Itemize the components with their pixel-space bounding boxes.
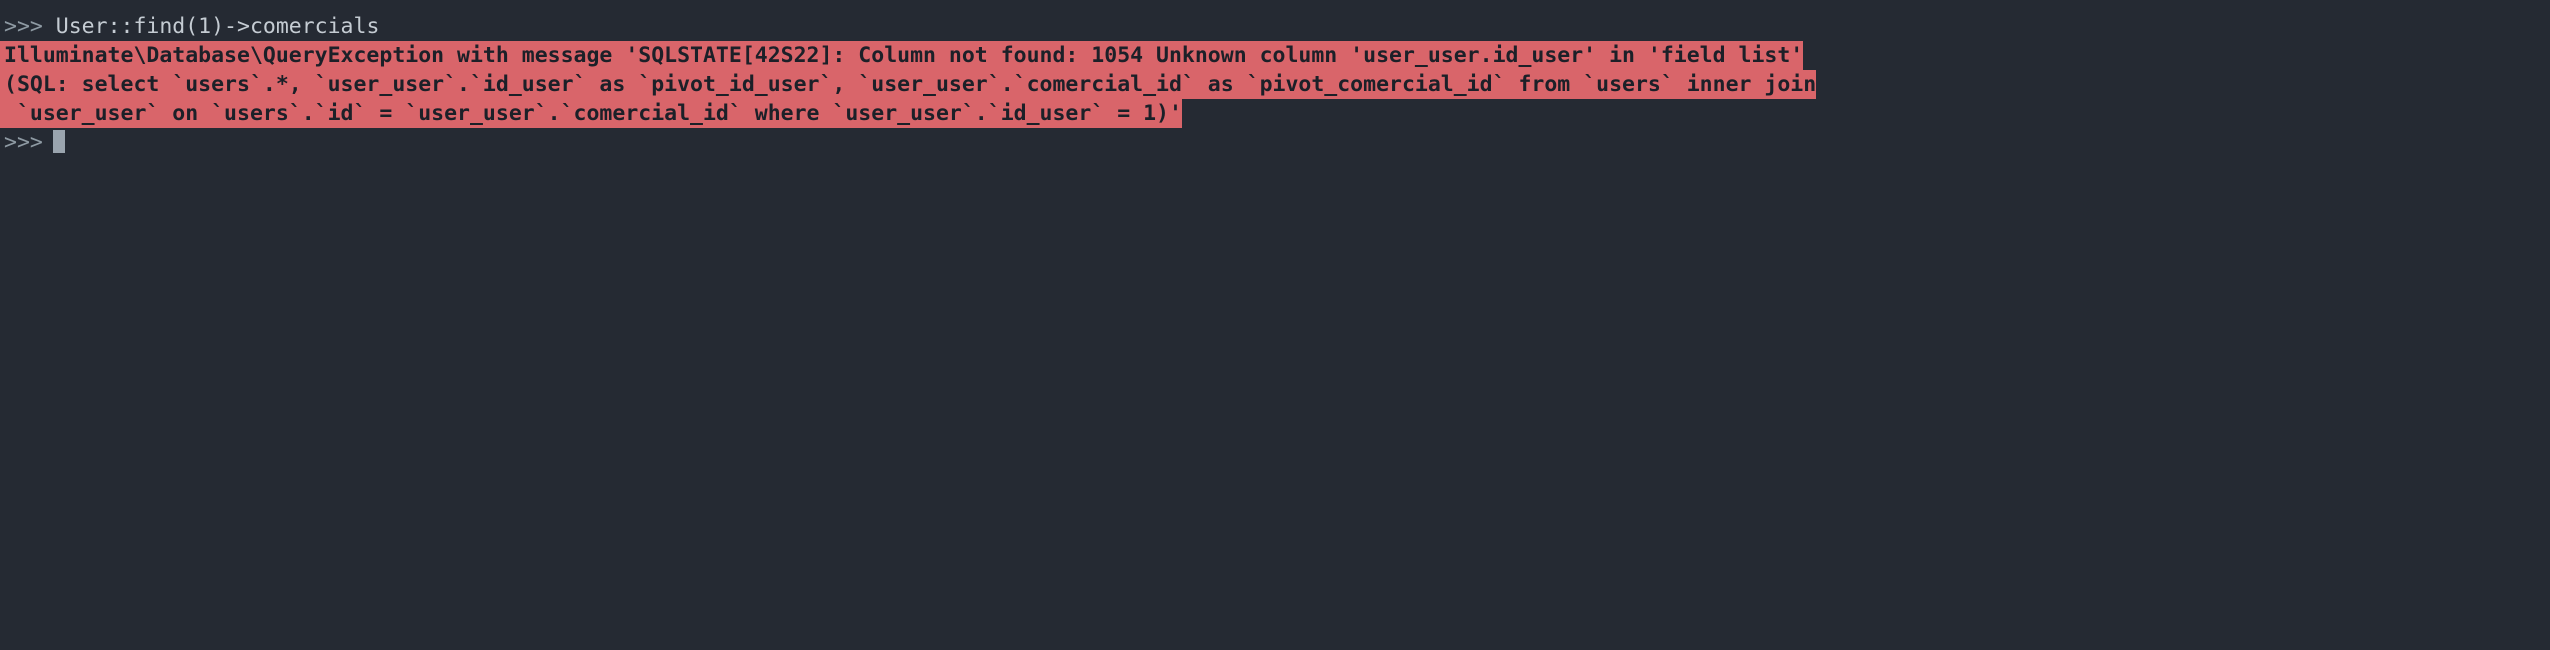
error-message-text: (SQL: select `users`.*, `user_user`.`id_… [0, 70, 1817, 99]
terminal-command-text: User::find(1)->comercials [42, 14, 380, 39]
terminal-prompt-line[interactable]: >>> [0, 128, 2550, 157]
terminal-input-line: >>> User::find(1)->comercials [0, 12, 2550, 41]
terminal-window[interactable]: >>> User::find(1)->comercials Illuminate… [0, 0, 2550, 650]
error-message-text: `user_user` on `users`.`id` = `user_user… [0, 99, 1182, 128]
terminal-error-line: Illuminate\Database\QueryException with … [0, 41, 2550, 70]
prompt-symbol: >>> [4, 130, 43, 155]
prompt-symbol: >>> [4, 14, 43, 39]
text-cursor [52, 130, 65, 153]
terminal-error-line: `user_user` on `users`.`id` = `user_user… [0, 99, 2550, 128]
error-message-text: Illuminate\Database\QueryException with … [0, 41, 1804, 70]
terminal-error-line: (SQL: select `users`.*, `user_user`.`id_… [0, 70, 2550, 99]
